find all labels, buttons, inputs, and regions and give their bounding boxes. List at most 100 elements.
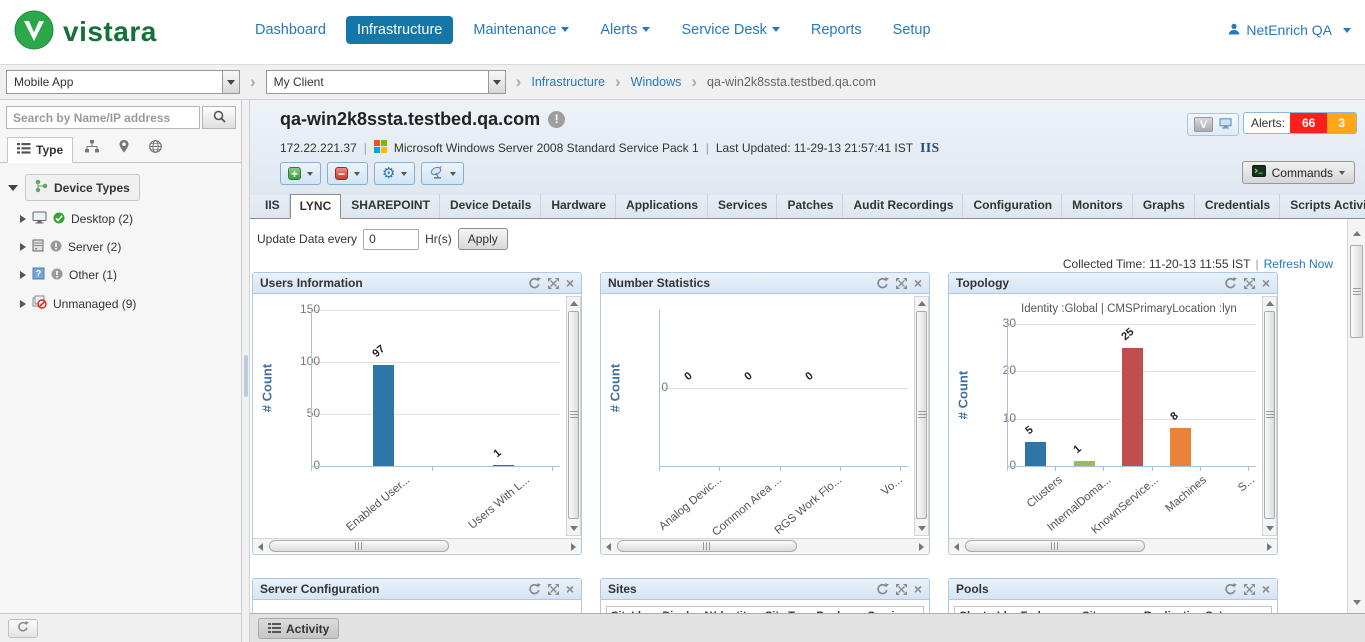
scroll-up-arrow[interactable] bbox=[567, 297, 580, 310]
maximize-icon[interactable] bbox=[548, 584, 559, 595]
scroll-down-arrow[interactable] bbox=[1350, 596, 1363, 609]
scrollbar-thumb[interactable] bbox=[617, 540, 797, 552]
tab-audit-recordings[interactable]: Audit Recordings bbox=[843, 193, 963, 218]
main-scrollbar[interactable] bbox=[1347, 219, 1365, 613]
tab-configuration[interactable]: Configuration bbox=[963, 193, 1062, 218]
close-icon[interactable]: × bbox=[566, 584, 574, 595]
monitoring-button[interactable] bbox=[421, 162, 464, 185]
tab-lync[interactable]: LYNC bbox=[290, 194, 342, 219]
client-select[interactable]: My Client bbox=[266, 70, 506, 94]
alerts-badge[interactable]: Alerts: 66 3 bbox=[1243, 112, 1357, 134]
panel-scrollbar-vertical[interactable] bbox=[566, 296, 581, 536]
close-icon[interactable]: × bbox=[1262, 584, 1270, 595]
expander-icon[interactable] bbox=[20, 300, 26, 308]
settings-button[interactable]: ⚙ bbox=[374, 162, 415, 185]
scrollbar-thumb[interactable] bbox=[1350, 245, 1363, 338]
scrollbar-thumb[interactable] bbox=[568, 311, 579, 519]
maximize-icon[interactable] bbox=[896, 278, 907, 289]
expander-icon[interactable] bbox=[20, 215, 26, 223]
alerts-critical-count[interactable]: 66 bbox=[1290, 113, 1327, 133]
add-button[interactable]: + bbox=[280, 162, 321, 185]
expander-open-icon[interactable] bbox=[8, 185, 18, 191]
alerts-warning-count[interactable]: 3 bbox=[1327, 113, 1356, 133]
sidebar-splitter[interactable] bbox=[242, 100, 250, 642]
scroll-right-arrow[interactable] bbox=[915, 540, 928, 553]
tab-device-details[interactable]: Device Details bbox=[440, 193, 541, 218]
tab-applications[interactable]: Applications bbox=[616, 193, 708, 218]
scroll-up-arrow[interactable] bbox=[1350, 227, 1363, 240]
tab-hardware[interactable]: Hardware bbox=[541, 193, 616, 218]
tab-iis[interactable]: IIS bbox=[255, 193, 290, 218]
maximize-icon[interactable] bbox=[1244, 584, 1255, 595]
tab-credentials[interactable]: Credentials bbox=[1195, 193, 1280, 218]
tab-monitors[interactable]: Monitors bbox=[1062, 193, 1133, 218]
v-button[interactable]: V bbox=[1194, 117, 1213, 132]
vistara-logo[interactable]: vistara bbox=[14, 10, 157, 53]
scroll-left-arrow[interactable] bbox=[602, 540, 615, 553]
panel-scrollbar-horizontal[interactable] bbox=[601, 538, 929, 553]
splitter-handle[interactable] bbox=[244, 355, 248, 397]
scroll-right-arrow[interactable] bbox=[1263, 540, 1276, 553]
breadcrumb-windows[interactable]: Windows bbox=[631, 75, 682, 89]
apply-button[interactable]: Apply bbox=[458, 228, 508, 250]
scrollbar-thumb[interactable] bbox=[269, 540, 449, 552]
nav-item-alerts[interactable]: Alerts bbox=[589, 16, 661, 44]
scroll-right-arrow[interactable] bbox=[567, 540, 580, 553]
tab-global[interactable] bbox=[141, 135, 170, 162]
nav-item-reports[interactable]: Reports bbox=[800, 16, 873, 44]
refresh-icon[interactable] bbox=[1224, 583, 1237, 596]
tab-services[interactable]: Services bbox=[708, 193, 777, 218]
activity-button[interactable]: Activity bbox=[258, 618, 339, 639]
refresh-icon[interactable] bbox=[1224, 277, 1237, 290]
close-icon[interactable]: × bbox=[914, 584, 922, 595]
refresh-icon[interactable] bbox=[528, 277, 541, 290]
commands-button[interactable]: Commands bbox=[1242, 161, 1355, 184]
panel-scrollbar-horizontal[interactable] bbox=[253, 538, 581, 553]
scroll-down-arrow[interactable] bbox=[1263, 522, 1276, 535]
maximize-icon[interactable] bbox=[1244, 278, 1255, 289]
scroll-left-arrow[interactable] bbox=[950, 540, 963, 553]
scroll-up-arrow[interactable] bbox=[915, 297, 928, 310]
tab-type[interactable]: Type bbox=[7, 137, 73, 163]
nav-item-service-desk[interactable]: Service Desk bbox=[670, 16, 790, 44]
tab-patches[interactable]: Patches bbox=[777, 193, 843, 218]
user-menu[interactable]: NetEnrich QA bbox=[1228, 22, 1351, 38]
update-interval-input[interactable] bbox=[363, 229, 419, 250]
sidebar-item-server-2[interactable]: Server (2) bbox=[0, 233, 242, 261]
nav-item-setup[interactable]: Setup bbox=[882, 16, 942, 44]
workspace-select[interactable]: Mobile App bbox=[6, 70, 240, 94]
scrollbar-thumb[interactable] bbox=[1264, 311, 1275, 519]
expander-icon[interactable] bbox=[20, 243, 26, 251]
scroll-down-arrow[interactable] bbox=[567, 522, 580, 535]
panel-scrollbar-vertical[interactable] bbox=[1262, 296, 1277, 536]
tab-topology[interactable] bbox=[77, 135, 107, 162]
search-button[interactable] bbox=[202, 106, 236, 129]
tree-root-device-types[interactable]: Device Types bbox=[8, 174, 242, 201]
sidebar-item-other-1[interactable]: ?Other (1) bbox=[0, 261, 242, 289]
nav-item-maintenance[interactable]: Maintenance bbox=[462, 16, 580, 44]
refresh-now-link[interactable]: Refresh Now bbox=[1264, 257, 1333, 271]
remove-button[interactable]: − bbox=[327, 162, 368, 185]
tab-scripts-activity[interactable]: Scripts Activity bbox=[1280, 193, 1365, 218]
device-status-icon[interactable]: ! bbox=[548, 111, 565, 128]
close-icon[interactable]: × bbox=[1262, 278, 1270, 289]
refresh-icon[interactable] bbox=[528, 583, 541, 596]
close-icon[interactable]: × bbox=[566, 278, 574, 289]
scroll-up-arrow[interactable] bbox=[1263, 297, 1276, 310]
tab-location[interactable] bbox=[111, 135, 137, 162]
scroll-left-arrow[interactable] bbox=[254, 540, 267, 553]
maximize-icon[interactable] bbox=[896, 584, 907, 595]
scrollbar-thumb[interactable] bbox=[965, 540, 1145, 552]
search-input[interactable] bbox=[6, 106, 200, 129]
view-toggle-group[interactable]: V bbox=[1187, 113, 1239, 136]
panel-scrollbar-vertical[interactable] bbox=[914, 296, 929, 536]
close-icon[interactable]: × bbox=[914, 278, 922, 289]
sidebar-refresh-button[interactable] bbox=[8, 619, 38, 638]
tab-graphs[interactable]: Graphs bbox=[1133, 193, 1195, 218]
breadcrumb-infrastructure[interactable]: Infrastructure bbox=[531, 75, 605, 89]
sidebar-item-unmanaged-9[interactable]: Unmanaged (9) bbox=[0, 289, 242, 318]
refresh-icon[interactable] bbox=[876, 277, 889, 290]
nav-item-dashboard[interactable]: Dashboard bbox=[244, 16, 337, 44]
scroll-down-arrow[interactable] bbox=[915, 522, 928, 535]
panel-scrollbar-horizontal[interactable] bbox=[949, 538, 1277, 553]
